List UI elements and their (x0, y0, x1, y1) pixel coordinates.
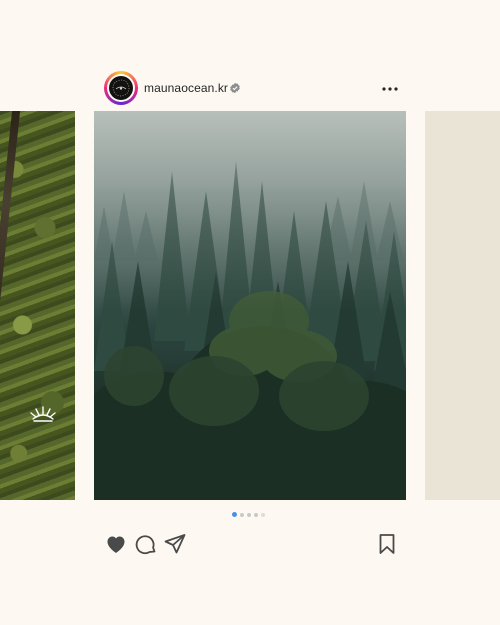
carousel-indicator (232, 512, 272, 518)
post-header: maunaocean.kr (104, 71, 400, 107)
carousel-dot (254, 513, 258, 517)
send-icon[interactable] (163, 532, 187, 556)
more-horizontal-icon[interactable] (380, 81, 400, 97)
username[interactable]: maunaocean.kr (144, 81, 228, 95)
carousel-dot-active (232, 512, 237, 517)
carousel-dot (261, 513, 265, 517)
brand-logo-icon (109, 76, 133, 100)
bookmark-icon[interactable] (375, 532, 399, 556)
comment-icon[interactable] (134, 532, 158, 556)
heart-filled-icon[interactable] (104, 532, 128, 556)
carousel-dot (240, 513, 244, 517)
carousel-slide-current[interactable] (94, 111, 406, 500)
verified-badge-icon (230, 82, 240, 94)
carousel-slide-previous[interactable] (0, 111, 75, 500)
avatar[interactable] (104, 71, 138, 105)
carousel-dot (247, 513, 251, 517)
forest-photo (94, 111, 406, 500)
instagram-post: maunaocean.kr (0, 0, 500, 625)
carousel-slide-next[interactable] (425, 111, 500, 500)
sun-logo-icon (30, 406, 56, 422)
